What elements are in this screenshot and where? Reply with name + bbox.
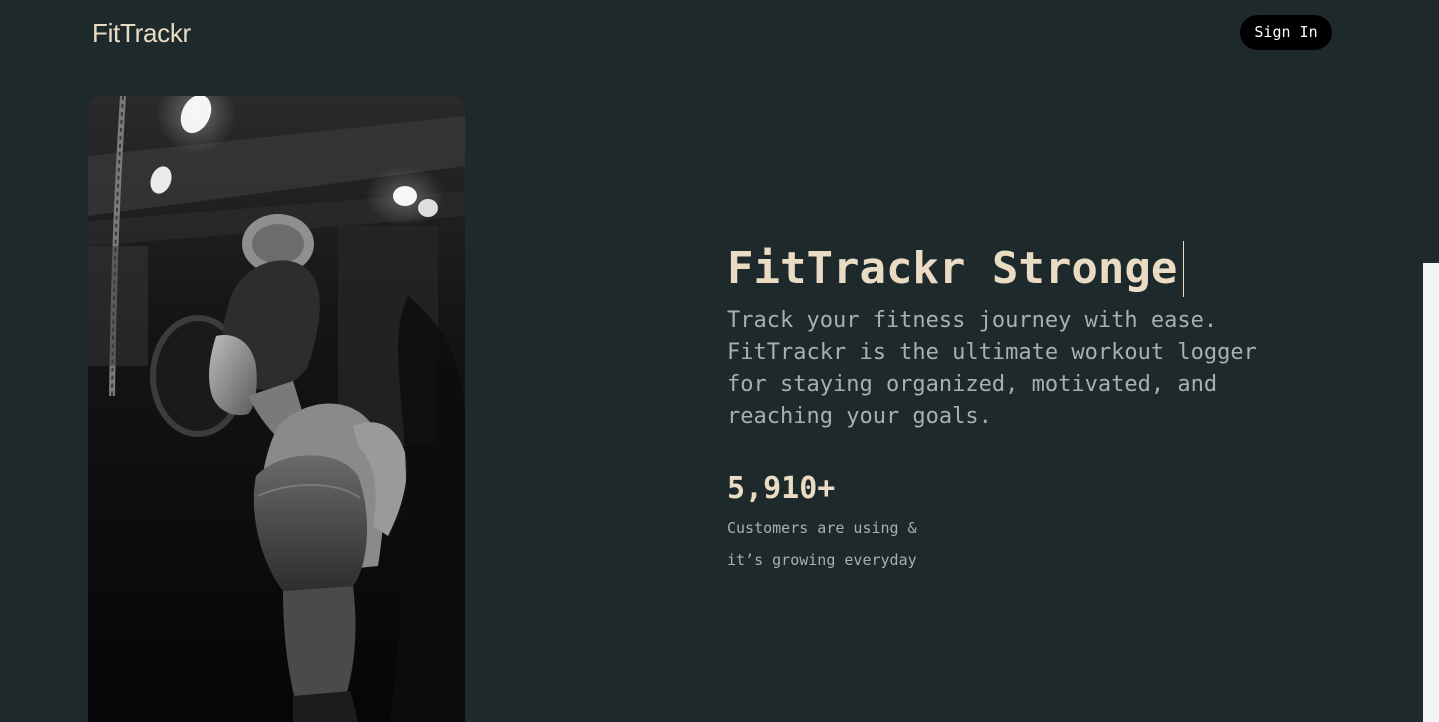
caption-line-1: Customers are using &: [727, 519, 917, 537]
hero-tagline: Track your fitness journey with ease. Fi…: [727, 308, 1257, 429]
typing-caret: [1183, 241, 1185, 297]
caption-line-2: it’s growing everyday: [727, 551, 917, 569]
sign-in-button[interactable]: Sign In: [1240, 15, 1332, 50]
hero-headline-text: FitTrackr Stronge: [727, 243, 1178, 294]
customer-count: 5,910+: [727, 471, 836, 506]
brand-logo[interactable]: FitTrackr: [92, 17, 191, 49]
side-panel-edge: [1423, 263, 1439, 722]
gym-scene-illustration: [88, 96, 465, 722]
customer-count-caption: Customers are using & it’s growing every…: [727, 512, 987, 576]
hero-headline: FitTrackr Stronge: [727, 240, 1185, 298]
hero-photo: [88, 96, 465, 722]
